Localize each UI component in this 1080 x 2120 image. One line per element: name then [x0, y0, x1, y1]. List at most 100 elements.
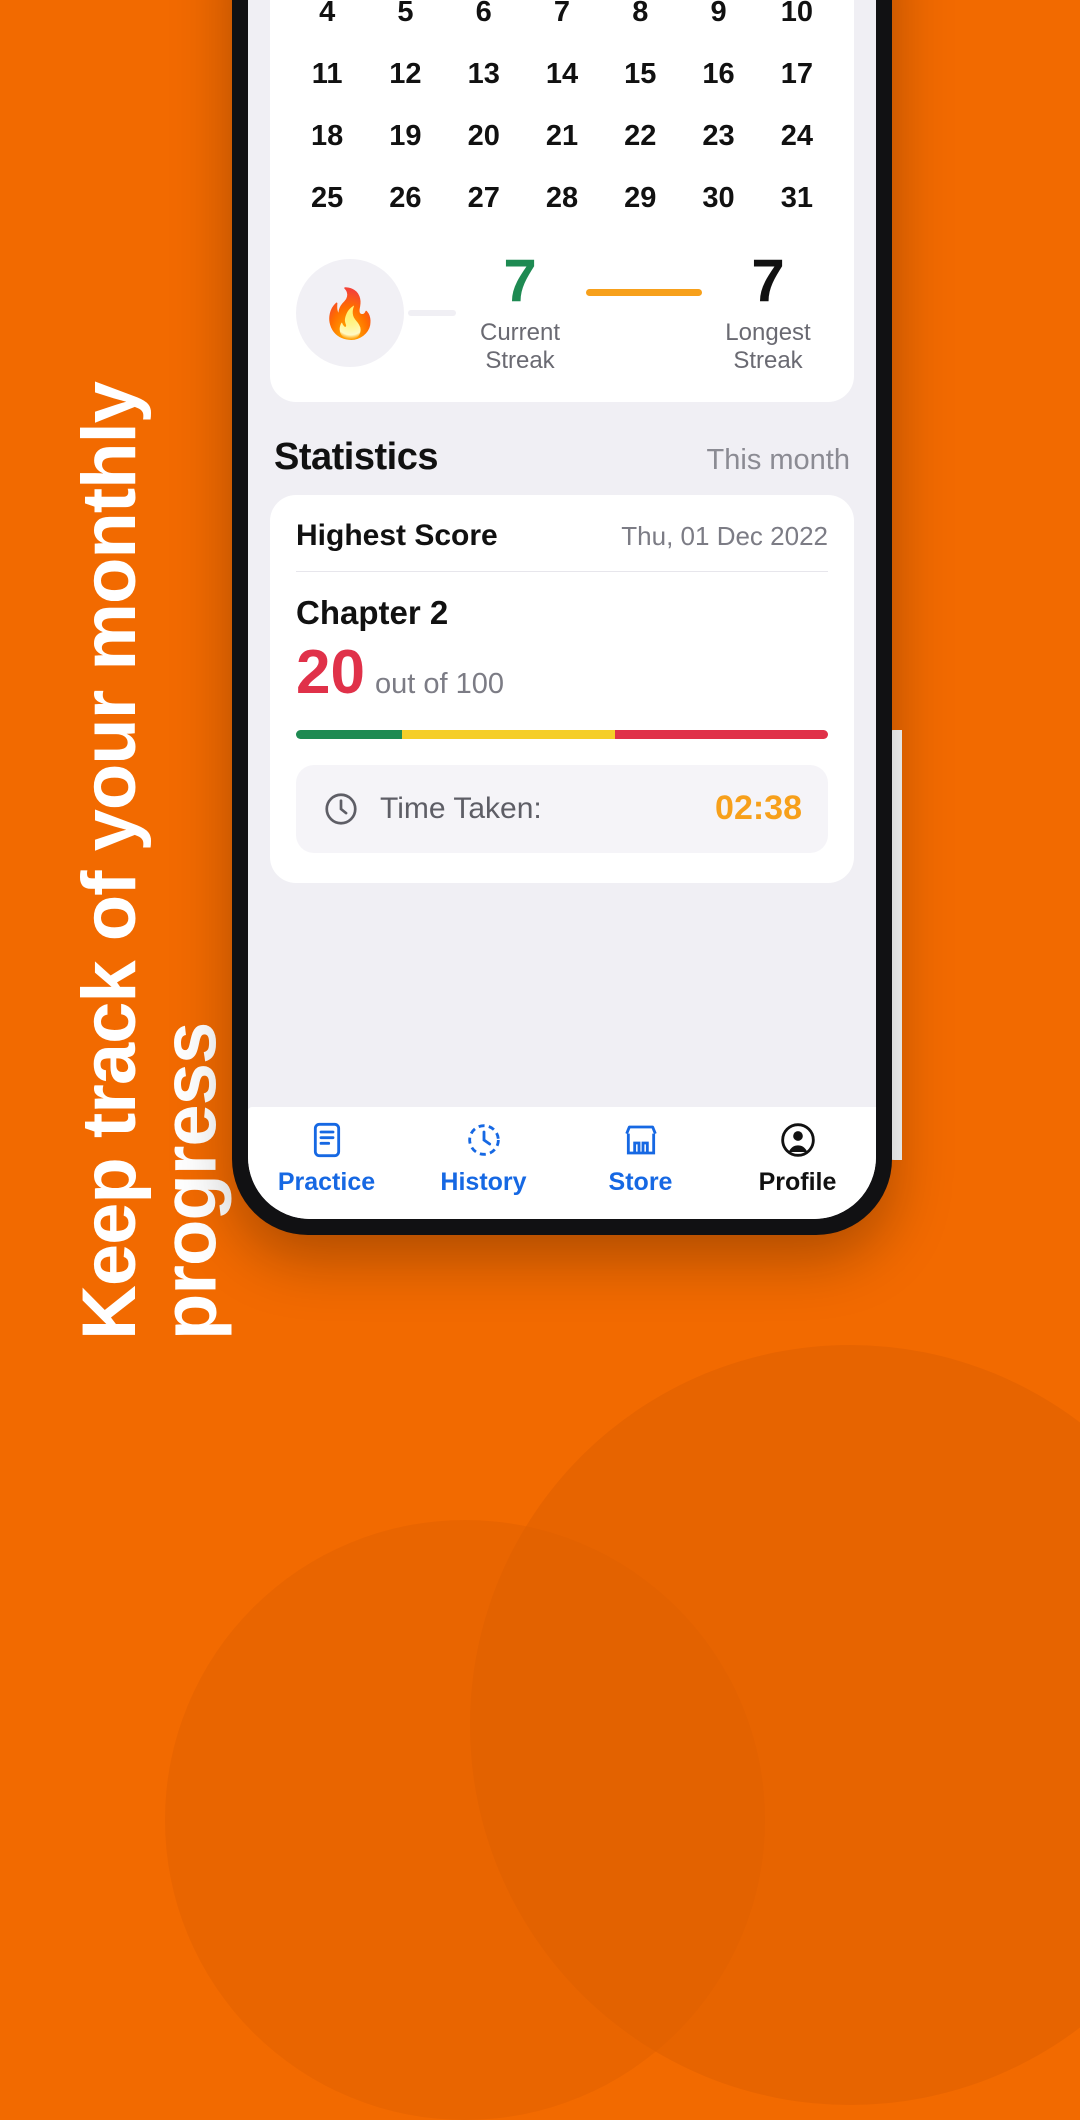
highest-score-row: Highest Score Thu, 01 Dec 2022: [296, 519, 828, 572]
phone-screen: Sun Mon Tue Wed Thu Fri Sat 27282930🔥🔥🔥4…: [248, 0, 876, 1219]
calendar-day[interactable]: 5: [366, 0, 444, 43]
calendar-day-label: 28: [545, 181, 579, 214]
calendar-day[interactable]: 20: [445, 105, 523, 167]
calendar-day[interactable]: 15: [601, 43, 679, 105]
score-segment: [402, 729, 616, 739]
calendar-day-label: 15: [624, 57, 657, 90]
calendar-day[interactable]: 27: [445, 167, 523, 229]
calendar-day-label: 23: [702, 119, 735, 152]
statistics-period-selector[interactable]: This month: [707, 444, 850, 477]
longest-streak-value: 7: [751, 247, 785, 314]
calendar-day[interactable]: 13: [445, 43, 523, 105]
calendar-day-label: 18: [311, 119, 344, 152]
score-segment: [615, 729, 828, 739]
background-circle-small: [165, 1520, 765, 2120]
streak-calendar-card: Sun Mon Tue Wed Thu Fri Sat 27282930🔥🔥🔥4…: [270, 0, 854, 402]
nav-label-profile: Profile: [758, 1167, 837, 1196]
calendar-day[interactable]: 18: [288, 105, 366, 167]
calendar-day[interactable]: 7: [523, 0, 601, 43]
calendar-day-label: 27: [467, 181, 500, 214]
chapter-label: Chapter 2: [296, 593, 449, 631]
person-icon: [780, 1122, 815, 1157]
calendar-day-label: 19: [389, 119, 422, 152]
calendar-day-label: 21: [545, 119, 579, 152]
calendar-day[interactable]: 29: [601, 167, 679, 229]
calendar-day[interactable]: 22: [601, 105, 679, 167]
statistics-title: Statistics: [274, 435, 438, 478]
calendar-day-label: 6: [475, 0, 492, 28]
current-streak-label: Current Streak: [479, 319, 561, 375]
calendar-day[interactable]: 16: [679, 43, 757, 105]
calendar-day-label: 5: [397, 0, 414, 28]
longest-streak-block: 7 Longest Streak: [708, 251, 828, 376]
nav-item-history[interactable]: History: [405, 1120, 562, 1197]
streak-track: [408, 310, 456, 317]
calendar-day[interactable]: 30: [679, 167, 757, 229]
score-row: 20 out of 100: [296, 637, 828, 707]
calendar-day-label: 10: [780, 0, 813, 28]
time-taken-left: Time Taken:: [322, 790, 542, 828]
time-taken-value: 02:38: [715, 789, 802, 828]
calendar-day[interactable]: 23: [679, 105, 757, 167]
calendar-day[interactable]: 9: [679, 0, 757, 43]
calendar-day-label: 13: [467, 57, 500, 90]
calendar-day[interactable]: 6: [445, 0, 523, 43]
calendar-day[interactable]: 25: [288, 167, 366, 229]
highest-score-date: Thu, 01 Dec 2022: [621, 520, 828, 551]
calendar-day[interactable]: 26: [366, 167, 444, 229]
calendar-day[interactable]: 28: [523, 167, 601, 229]
tagline-container: Keep track of your monthly progress: [30, 90, 233, 1340]
calendar-day-label: 31: [780, 181, 813, 214]
calendar-day[interactable]: 8: [601, 0, 679, 43]
nav-item-practice[interactable]: Practice: [248, 1120, 405, 1197]
calendar-day-label: 29: [624, 181, 657, 214]
longest-streak-label: Longest Streak: [725, 319, 811, 375]
calendar-day[interactable]: 31: [758, 167, 836, 229]
calendar-day[interactable]: 11: [288, 43, 366, 105]
flame-icon: 🔥: [320, 287, 380, 341]
nav-label-history: History: [440, 1167, 527, 1196]
streak-flame-badge: 🔥: [296, 259, 404, 368]
calendar-day[interactable]: 19: [366, 105, 444, 167]
streak-connector: [586, 289, 702, 296]
document-icon: [313, 1122, 340, 1157]
highest-score-label: Highest Score: [296, 518, 498, 552]
calendar-day-label: 16: [702, 57, 735, 90]
calendar-day[interactable]: 4: [288, 0, 366, 43]
nav-item-profile[interactable]: Profile: [719, 1120, 876, 1197]
calendar-day-label: 9: [710, 0, 727, 28]
calendar-day[interactable]: 14: [523, 43, 601, 105]
calendar-day[interactable]: 10: [758, 0, 836, 43]
calendar-day[interactable]: 12: [366, 43, 444, 105]
app-content: Sun Mon Tue Wed Thu Fri Sat 27282930🔥🔥🔥4…: [248, 0, 876, 1107]
calendar-day[interactable]: 24: [758, 105, 836, 167]
clock-icon: [325, 793, 357, 825]
score-value: 20: [296, 637, 365, 707]
streak-summary: 🔥 7 Current Streak 7 Longest Streak: [288, 251, 836, 376]
calendar-day-label: 25: [311, 181, 344, 214]
calendar-day-label: 24: [780, 119, 813, 152]
calendar-day[interactable]: 21: [523, 105, 601, 167]
calendar-day-label: 30: [702, 181, 735, 214]
nav-label-practice: Practice: [277, 1167, 376, 1196]
score-segment: [296, 729, 403, 739]
clock-history-icon: [467, 1123, 500, 1156]
calendar-day-label: 4: [319, 0, 336, 28]
calendar-day[interactable]: 17: [758, 43, 836, 105]
statistics-header: Statistics This month: [274, 436, 850, 479]
calendar-day-label: 26: [389, 181, 422, 214]
calendar-day-label: 17: [780, 57, 813, 90]
current-streak-block: 7 Current Streak: [460, 251, 580, 376]
calendar-day-label: 22: [624, 119, 657, 152]
calendar-grid[interactable]: 27282930🔥🔥🔥45678910111213141516171819202…: [288, 0, 836, 229]
score-segment-bar: [296, 729, 828, 739]
score-out-of: out of 100: [374, 667, 504, 700]
bottom-navigation: Practice History Store Profile: [248, 1107, 876, 1219]
calendar-day-label: 11: [311, 57, 343, 90]
statistics-card: Highest Score Thu, 01 Dec 2022 Chapter 2…: [270, 494, 854, 883]
calendar-day-label: 14: [545, 57, 579, 90]
time-taken-row: Time Taken: 02:38: [296, 764, 828, 853]
store-icon: [624, 1125, 657, 1154]
nav-item-store[interactable]: Store: [562, 1120, 719, 1197]
calendar-day-label: 12: [389, 57, 422, 90]
